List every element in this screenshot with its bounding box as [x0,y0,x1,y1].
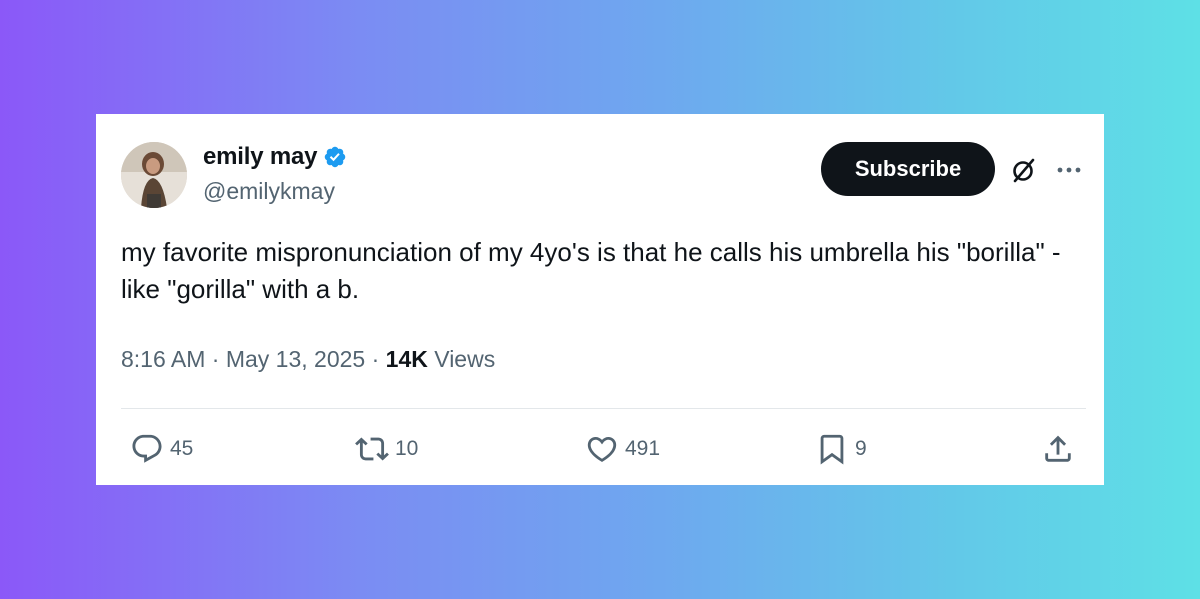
more-options-icon[interactable] [1055,156,1083,184]
tweet-text: my favorite mispronunciation of my 4yo's… [121,237,1061,304]
tweet-meta: 8:16 AM · May 13, 2025 · 14K Views [121,346,495,373]
verified-badge-icon[interactable] [323,145,347,169]
bookmark-icon [820,434,844,465]
like-button[interactable]: 491 [585,432,660,466]
repost-icon [355,437,389,461]
grok-icon[interactable] [1010,156,1038,184]
avatar-image [121,142,187,208]
bookmark-count: 9 [855,437,867,460]
tweet-card: emily may @emilykmay Subscribe my favori… [96,114,1104,485]
repost-count: 10 [395,437,419,460]
views-label: Views [434,346,496,372]
share-button[interactable] [1041,432,1075,466]
author-handle[interactable]: @emilykmay [203,178,335,205]
tweet-time[interactable]: 8:16 AM [121,346,205,372]
divider [121,408,1086,409]
meta-separator: · [211,346,226,372]
reply-icon [132,434,162,463]
meta-separator: · [371,346,386,372]
tweet-date[interactable]: May 13, 2025 [226,346,365,372]
author-name-row: emily may [203,143,347,171]
share-icon [1045,435,1071,462]
views-count: 14K [385,346,428,372]
reply-button[interactable]: 45 [130,432,193,466]
repost-button[interactable]: 10 [355,432,418,466]
display-name[interactable]: emily may [203,143,317,171]
avatar[interactable] [121,142,187,208]
like-count: 491 [625,437,661,460]
subscribe-button[interactable]: Subscribe [821,142,995,196]
heart-icon [587,436,617,462]
reply-count: 45 [170,437,194,460]
bookmark-button[interactable]: 9 [815,432,867,466]
